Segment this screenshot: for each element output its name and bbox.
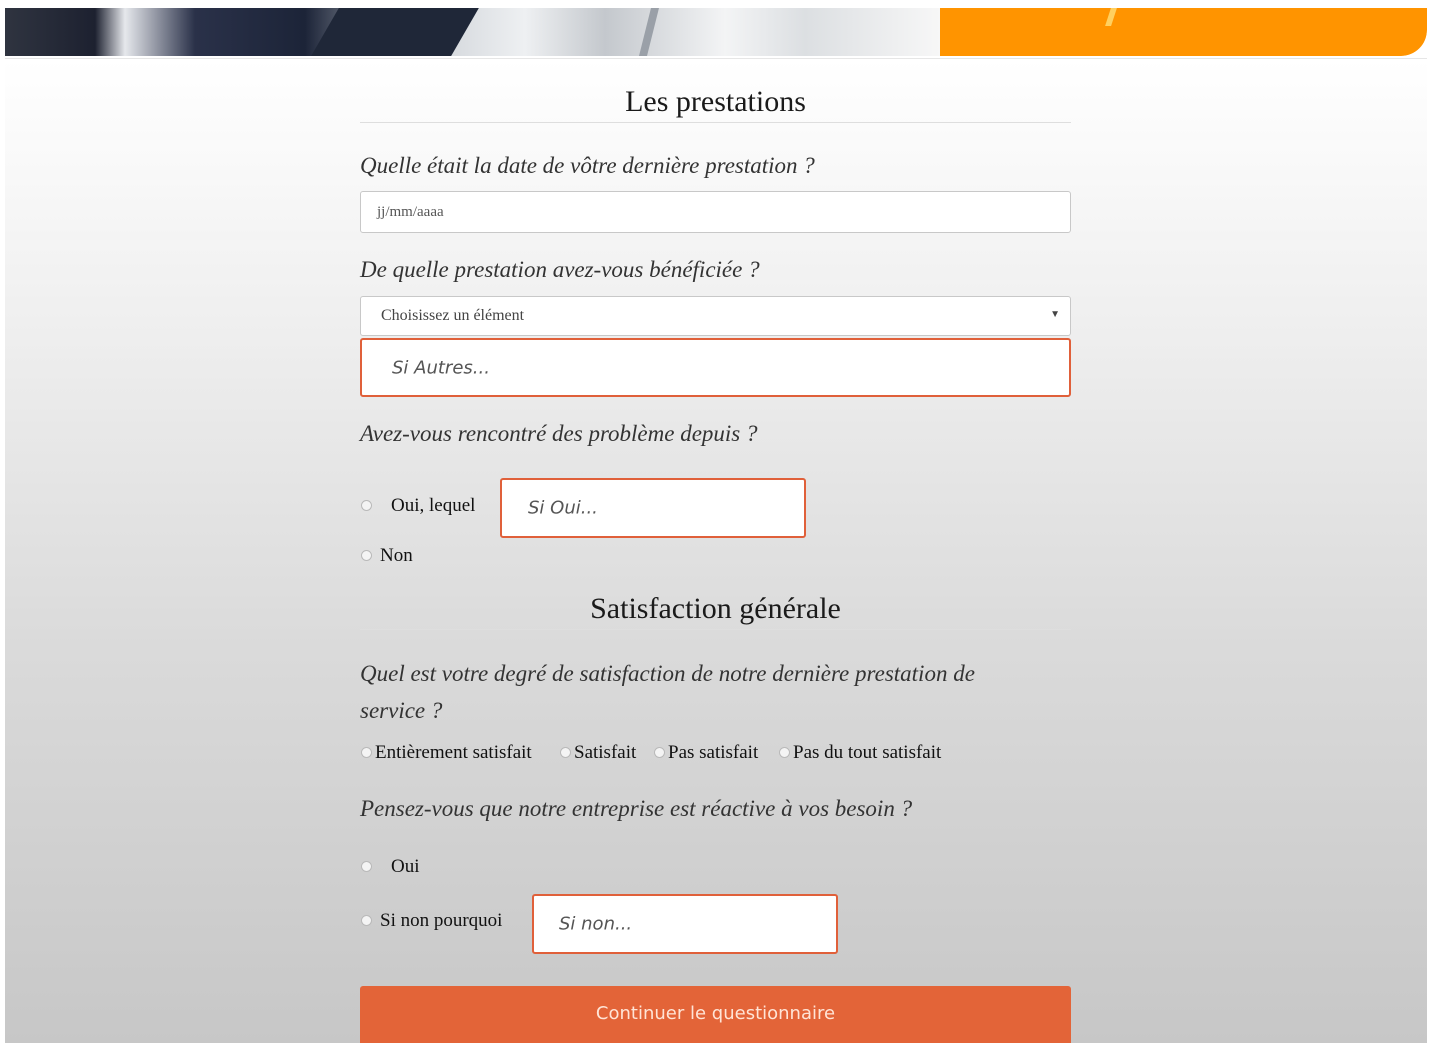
radio-satisfaction-satisfied-label: Satisfait	[574, 742, 637, 763]
radio-reactive-yes[interactable]	[361, 861, 372, 872]
radio-problems-yes-label: Oui, lequel	[391, 495, 476, 516]
survey-form: Les prestations Quelle était la date de …	[360, 0, 1071, 1043]
radio-reactive-no[interactable]	[361, 915, 372, 926]
prestation-select-value: Choisissez un élément	[381, 307, 525, 324]
other-prestation-placeholder: Si Autres...	[392, 357, 490, 378]
date-input-placeholder: jj/mm/aaaa	[377, 204, 444, 220]
radio-problems-yes[interactable]	[361, 500, 372, 511]
prestation-select[interactable]: Choisissez un élément ▼	[360, 296, 1071, 336]
radio-satisfaction-not-at-all-label: Pas du tout satisfait	[793, 742, 942, 763]
question-reactive: Pensez-vous que notre entreprise est réa…	[360, 796, 913, 821]
question-satisfaction-line1: Quel est votre degré de satisfaction de …	[360, 661, 975, 686]
question-satisfaction-line2: service ?	[360, 698, 443, 723]
section-title-satisfaction: Satisfaction générale	[590, 592, 841, 625]
problems-yes-input[interactable]: Si Oui...	[500, 478, 806, 538]
reactive-no-placeholder: Si non...	[559, 913, 633, 935]
radio-satisfaction-not-at-all[interactable]	[779, 747, 790, 758]
radio-satisfaction-full[interactable]	[361, 747, 372, 758]
section-title-prestations: Les prestations	[625, 85, 806, 118]
section-divider	[360, 122, 1071, 123]
continue-button-label: Continuer le questionnaire	[595, 1003, 836, 1024]
radio-reactive-yes-label: Oui	[391, 856, 420, 877]
question-prestation: De quelle prestation avez-vous bénéficié…	[360, 257, 760, 282]
radio-satisfaction-full-label: Entièrement satisfait	[375, 742, 532, 763]
radio-satisfaction-unsatisfied-label: Pas satisfait	[668, 742, 759, 763]
date-input[interactable]: jj/mm/aaaa	[360, 191, 1071, 233]
problems-yes-placeholder: Si Oui...	[528, 497, 598, 519]
other-prestation-input[interactable]: Si Autres...	[360, 338, 1071, 397]
radio-problems-no-label: Non	[380, 545, 413, 566]
reactive-no-input[interactable]: Si non...	[532, 894, 838, 954]
question-date: Quelle était la date de vôtre dernière p…	[360, 153, 815, 178]
radio-satisfaction-satisfied[interactable]	[560, 747, 571, 758]
radio-problems-no[interactable]	[361, 550, 372, 561]
chevron-down-icon: ▼	[1050, 309, 1060, 320]
continue-button[interactable]: Continuer le questionnaire	[360, 986, 1071, 1043]
radio-satisfaction-unsatisfied[interactable]	[654, 747, 665, 758]
section-divider	[360, 629, 1071, 630]
question-problems: Avez-vous rencontré des problème depuis …	[360, 421, 758, 446]
radio-reactive-no-label: Si non pourquoi	[380, 910, 503, 931]
